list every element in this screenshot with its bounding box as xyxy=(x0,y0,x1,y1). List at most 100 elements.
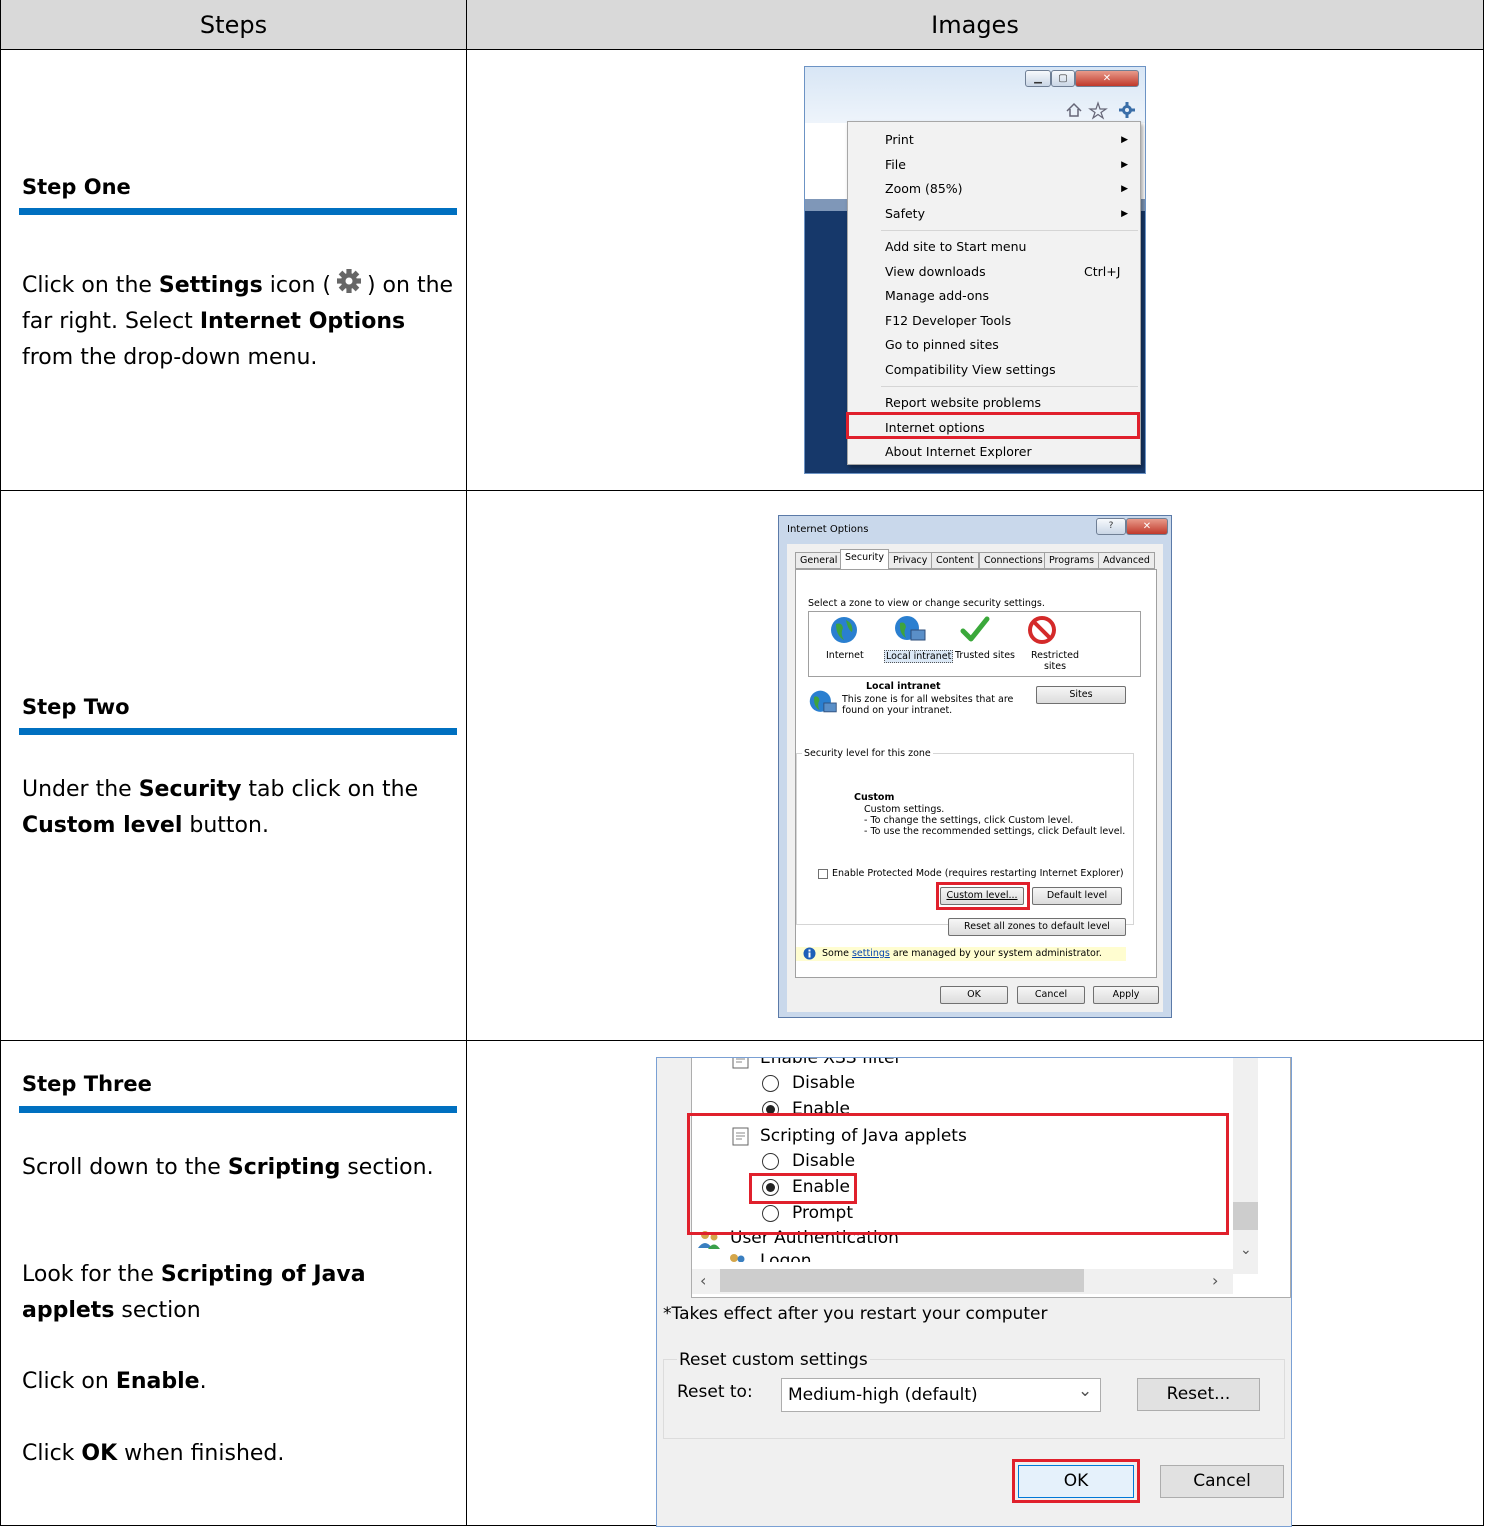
chevron-down-icon[interactable]: ⌄ xyxy=(1240,1242,1252,1258)
step-two-bar xyxy=(19,728,457,735)
tab-security[interactable]: Security xyxy=(840,549,890,570)
horizontal-scroll-thumb[interactable] xyxy=(720,1269,1084,1292)
zone-description: This zone is for all websites that are xyxy=(842,694,1014,705)
menu-item-pinned-sites[interactable]: Go to pinned sites xyxy=(885,337,999,352)
reset-to-value: Medium-high (default) xyxy=(788,1385,978,1405)
gear-icon xyxy=(336,269,361,293)
dialog-body: General Security Privacy Content Connect… xyxy=(787,544,1163,1012)
reset-to-select[interactable]: Medium-high (default) ⌄ xyxy=(781,1378,1101,1412)
sites-button[interactable]: Sites xyxy=(1036,686,1126,704)
default-level-button[interactable]: Default level xyxy=(1032,887,1122,905)
cancel-button[interactable]: Cancel xyxy=(1017,986,1085,1004)
reset-button[interactable]: Reset... xyxy=(1137,1378,1260,1411)
tab-general[interactable]: General xyxy=(795,552,843,569)
restricted-icon[interactable] xyxy=(1026,614,1058,646)
protected-mode-label: Enable Protected Mode (requires restarti… xyxy=(832,868,1124,879)
step-one-description: Click on the Settings icon () on the far… xyxy=(22,266,462,376)
highlight-enable xyxy=(749,1173,857,1204)
zone-intranet-label: Local intranet xyxy=(884,650,954,663)
ok-button[interactable]: OK xyxy=(940,986,1008,1004)
desc-text: when finished. xyxy=(117,1441,285,1466)
apply-button[interactable]: Apply xyxy=(1093,986,1159,1004)
submenu-arrow-icon: ▶ xyxy=(1121,135,1128,145)
minimize-button[interactable]: ▁ xyxy=(1025,70,1051,87)
desc-text: Under the xyxy=(22,777,139,802)
desc-text: section xyxy=(114,1298,201,1323)
maximize-button[interactable]: ▢ xyxy=(1051,70,1075,87)
admin-notice-text: Some settings are managed by your system… xyxy=(822,948,1102,959)
reset-all-zones-button[interactable]: Reset all zones to default level xyxy=(948,918,1126,936)
menu-item-safety[interactable]: Safety xyxy=(885,206,925,221)
tab-advanced[interactable]: Advanced xyxy=(1098,552,1155,569)
menu-item-manage-addons[interactable]: Manage add-ons xyxy=(885,288,989,303)
step-two-title: Step Two xyxy=(22,695,130,719)
vertical-scroll-thumb[interactable] xyxy=(1233,1202,1258,1230)
cancel-button[interactable]: Cancel xyxy=(1160,1465,1284,1498)
globe-icon[interactable] xyxy=(828,614,860,646)
desc-bold: Scripting xyxy=(227,1155,341,1180)
tab-programs[interactable]: Programs xyxy=(1044,552,1100,569)
tab-content[interactable]: Content xyxy=(931,552,979,569)
desc-bold: Custom level xyxy=(22,813,183,838)
highlight-custom-level xyxy=(936,882,1030,910)
desc-bold: Security xyxy=(138,777,242,802)
custom-desc: Custom settings. xyxy=(864,804,945,815)
menu-separator xyxy=(881,230,1138,231)
close-button[interactable]: ✕ xyxy=(1075,70,1139,87)
menu-item-add-site[interactable]: Add site to Start menu xyxy=(885,239,1026,254)
chevron-left-icon[interactable]: ‹ xyxy=(700,1271,706,1290)
xss-disable-radio[interactable] xyxy=(762,1075,779,1092)
intranet-icon[interactable] xyxy=(893,614,927,646)
step-three-bar xyxy=(19,1106,457,1113)
help-button[interactable]: ? xyxy=(1096,518,1126,535)
checkmark-icon[interactable] xyxy=(959,614,991,646)
menu-item-compat-view[interactable]: Compatibility View settings xyxy=(885,362,1056,377)
dialog-title: Internet Options xyxy=(787,524,869,535)
security-level-label: Security level for this zone xyxy=(802,748,933,759)
step-one-bar xyxy=(19,208,457,215)
menu-item-view-downloads[interactable]: View downloads xyxy=(885,264,986,279)
desc-text: Click on the xyxy=(22,273,159,298)
menu-separator xyxy=(881,386,1138,387)
zone-restricted-label: Restricted sites xyxy=(1030,650,1080,672)
settings-link[interactable]: settings xyxy=(852,948,890,959)
close-button[interactable]: ✕ xyxy=(1126,518,1168,535)
menu-item-about-ie[interactable]: About Internet Explorer xyxy=(885,444,1032,459)
desc-bold: OK xyxy=(81,1441,118,1466)
internet-options-screenshot: Internet Options ? ✕ General Security Pr… xyxy=(778,515,1172,1018)
desc-text: Scroll down to the xyxy=(22,1155,228,1180)
security-pane: Select a zone to view or change security… xyxy=(795,569,1157,978)
desc-text: icon ( xyxy=(262,273,331,298)
xss-filter-label: Enable XSS filter xyxy=(760,1057,902,1068)
info-icon xyxy=(803,947,816,960)
desc-text: Click xyxy=(22,1441,82,1466)
step-one-title: Step One xyxy=(22,175,131,199)
header-images: Images xyxy=(467,0,1483,49)
header-images-label: Images xyxy=(931,10,1019,39)
column-divider xyxy=(466,0,467,1526)
desc-text: section. xyxy=(340,1155,434,1180)
chevron-right-icon[interactable]: › xyxy=(1212,1271,1218,1290)
chevron-down-icon: ⌄ xyxy=(1078,1381,1093,1401)
menu-item-f12[interactable]: F12 Developer Tools xyxy=(885,313,1011,328)
menu-item-zoom[interactable]: Zoom (85%) xyxy=(885,181,963,196)
desc-bold: Internet Options xyxy=(199,309,406,334)
menu-item-report-problems[interactable]: Report website problems xyxy=(885,395,1041,410)
tab-connections[interactable]: Connections xyxy=(979,552,1048,569)
desc-bold: Enable xyxy=(115,1369,200,1394)
desc-text: from the drop-down menu. xyxy=(22,345,318,370)
zone-trusted-label: Trusted sites xyxy=(955,650,1016,661)
xss-disable-label: Disable xyxy=(792,1073,856,1093)
tab-privacy[interactable]: Privacy xyxy=(888,552,933,569)
menu-item-file[interactable]: File xyxy=(885,157,906,172)
gear-icon xyxy=(1119,102,1135,118)
script-icon xyxy=(732,1058,749,1069)
custom-desc: - To change the settings, click Custom l… xyxy=(864,815,1074,826)
takes-effect-label: *Takes effect after you restart your com… xyxy=(663,1304,1048,1324)
menu-item-print[interactable]: Print xyxy=(885,132,914,147)
desc-text: Look for the xyxy=(22,1262,161,1287)
notice-text: are managed by your system administrator… xyxy=(889,948,1102,959)
desc-text: tab click on the xyxy=(241,777,419,802)
row-divider xyxy=(0,49,1484,50)
protected-mode-checkbox[interactable] xyxy=(818,869,828,879)
